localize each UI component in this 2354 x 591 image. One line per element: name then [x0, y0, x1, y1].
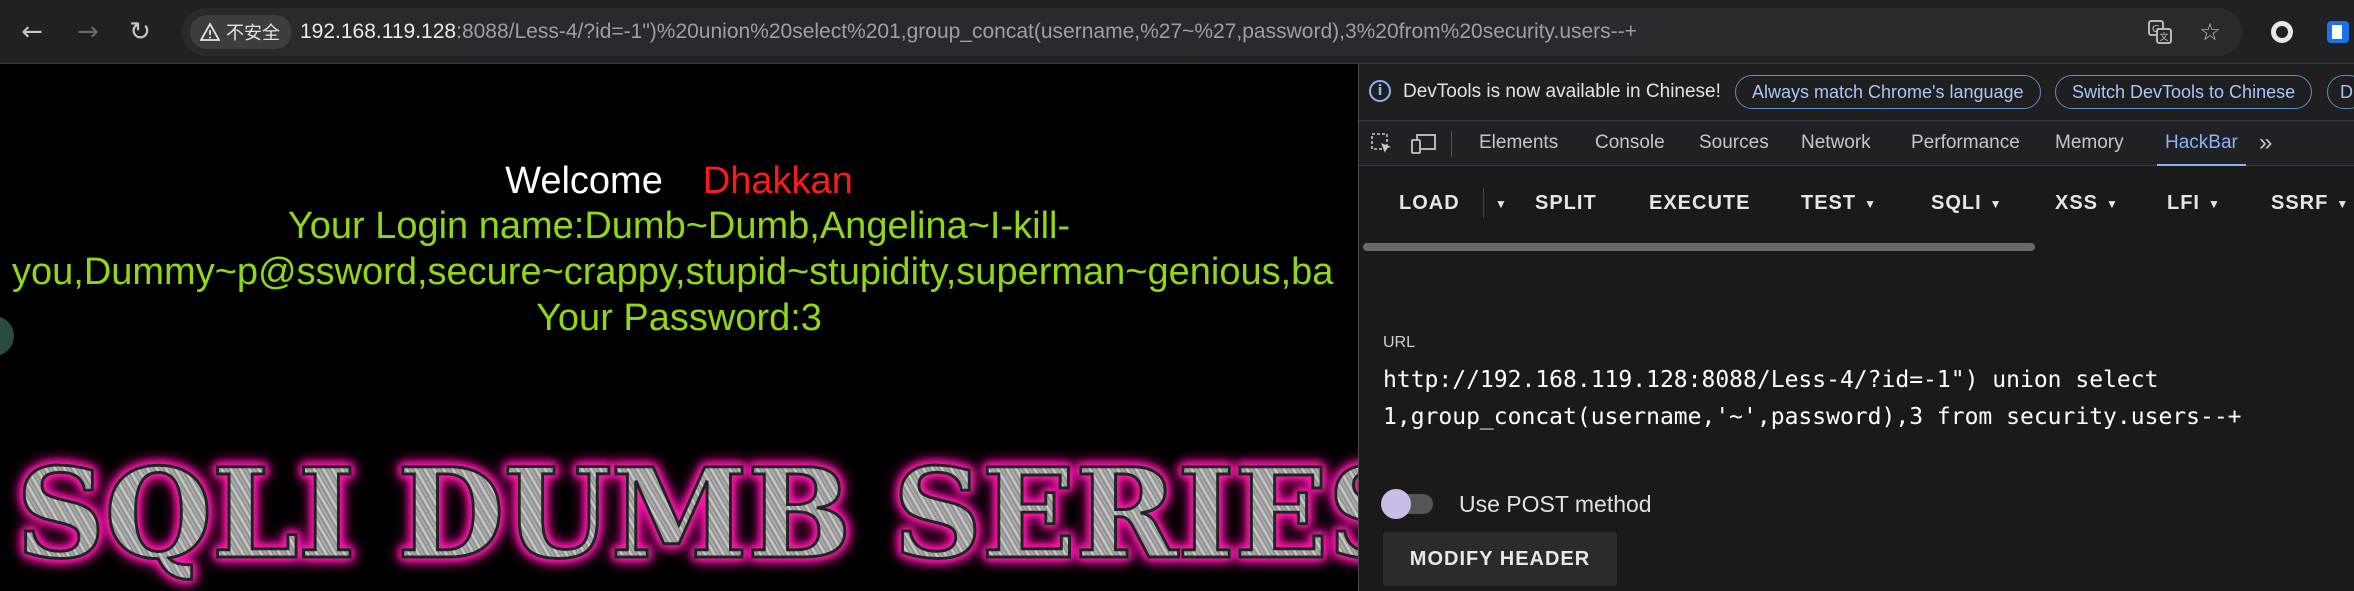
dont-show-again-button[interactable]: D	[2327, 75, 2354, 109]
svg-text:文: 文	[2160, 31, 2169, 43]
security-label: 不安全	[226, 23, 280, 44]
chevron-down-icon: ▼	[2106, 196, 2119, 211]
always-match-language-button[interactable]: Always match Chrome's language	[1735, 75, 2041, 109]
star-icon[interactable]: ☆	[2194, 16, 2226, 48]
scrollbar-thumb[interactable]	[1363, 243, 2035, 251]
toolbar-scrollbar[interactable]	[1359, 240, 2354, 252]
load-separator	[1483, 188, 1484, 218]
url-textarea[interactable]: http://192.168.119.128:8088/Less-4/?id=-…	[1383, 362, 2323, 436]
inspect-element-icon[interactable]	[1369, 131, 1395, 157]
modify-header-button[interactable]: MODIFY HEADER	[1383, 532, 1617, 586]
xss-label: XSS	[2055, 192, 2099, 214]
chevron-down-icon: ▼	[1989, 196, 2003, 211]
info-icon: i	[1369, 80, 1391, 102]
sqli-label: SQLI	[1931, 192, 1982, 214]
devtools-panel: i DevTools is now available in Chinese! …	[1358, 64, 2354, 591]
welcome-name: Dhakkan	[702, 160, 853, 202]
login-name-line-2: you,Dummy~p@ssword,secure~crappy,stupid~…	[12, 251, 1334, 293]
welcome-line: Welcome Dhakkan	[0, 160, 1358, 203]
translate-icon[interactable]: G 文	[2144, 16, 2176, 48]
login-name-line-1: Your Login name:Dumb~Dumb,Angelina~I-kil…	[287, 205, 1071, 247]
url-text[interactable]: 192.168.119.128:8088/Less-4/?id=-1")%20u…	[300, 8, 1637, 56]
devtools-tabs: Elements Console Sources Network Perform…	[1359, 120, 2354, 166]
browser-toolbar: ← → ↻ 不安全 192.168.119.128:8088/Less-4/?i…	[0, 0, 2354, 64]
profile-icon[interactable]	[2322, 16, 2354, 48]
devtools-language-infobar: i DevTools is now available in Chinese! …	[1359, 64, 2354, 120]
split-button[interactable]: SPLIT	[1535, 184, 1597, 222]
url-path: :8088/Less-4/?id=-1")%20union%20select%2…	[456, 20, 1637, 43]
load-dropdown-icon[interactable]: ▼	[1487, 184, 1508, 222]
tab-sources[interactable]: Sources	[1699, 121, 1769, 165]
sqli-menu-button[interactable]: SQLI ▼	[1931, 184, 2003, 222]
back-icon[interactable]: ←	[12, 12, 52, 52]
test-label: TEST	[1801, 192, 1857, 214]
web-page: Welcome Dhakkan Your Login name:Dumb~Dumb…	[0, 64, 1358, 591]
more-tabs-icon[interactable]: »	[2259, 121, 2272, 165]
load-button[interactable]: LOAD	[1399, 184, 1460, 222]
tabs-divider	[1451, 131, 1452, 157]
sqli-dumb-series-banner: SQLI DUMB SERIES	[14, 441, 1358, 589]
tab-performance[interactable]: Performance	[1911, 121, 2020, 165]
security-chip[interactable]: 不安全	[190, 15, 292, 49]
address-bar[interactable]: 不安全 192.168.119.128:8088/Less-4/?id=-1")…	[182, 8, 2242, 56]
extension-icon[interactable]	[2266, 16, 2298, 48]
xss-menu-button[interactable]: XSS ▼	[2055, 184, 2119, 222]
test-menu-button[interactable]: TEST ▼	[1801, 184, 1877, 222]
post-toggle-knob[interactable]	[1381, 489, 1411, 519]
hackbar-toolbar: LOAD ▼ SPLIT EXECUTE TEST ▼ SQLI ▼ XSS ▼ LF…	[1359, 166, 2354, 240]
url-host: 192.168.119.128	[300, 20, 457, 43]
chevron-down-icon: ▼	[2208, 196, 2221, 211]
password-line: Your Password:3	[536, 297, 822, 339]
forward-icon[interactable]: →	[68, 12, 108, 52]
infobar-message: DevTools is now available in Chinese!	[1403, 81, 1721, 102]
tab-console[interactable]: Console	[1595, 121, 1665, 165]
execute-button[interactable]: EXECUTE	[1649, 184, 1750, 222]
post-method-label: Use POST method	[1459, 491, 1652, 517]
device-toolbar-icon[interactable]	[1411, 131, 1437, 157]
tab-network[interactable]: Network	[1801, 121, 1871, 165]
chevron-down-icon: ▼	[2336, 196, 2350, 211]
url-label: URL	[1383, 334, 1416, 351]
lfi-menu-button[interactable]: LFI ▼	[2167, 184, 2221, 222]
tab-memory[interactable]: Memory	[2055, 121, 2124, 165]
tab-elements[interactable]: Elements	[1479, 121, 1558, 165]
reload-icon[interactable]: ↻	[120, 12, 160, 52]
warning-icon	[200, 23, 220, 41]
lfi-label: LFI	[2167, 192, 2200, 214]
ssrf-label: SSRF	[2271, 192, 2329, 214]
ssrf-menu-button[interactable]: SSRF ▼	[2271, 184, 2349, 222]
switch-devtools-chinese-button[interactable]: Switch DevTools to Chinese	[2055, 75, 2313, 109]
tab-hackbar[interactable]: HackBar	[2157, 121, 2246, 166]
chevron-down-icon: ▼	[1864, 196, 1878, 211]
welcome-text: Welcome	[505, 160, 663, 202]
